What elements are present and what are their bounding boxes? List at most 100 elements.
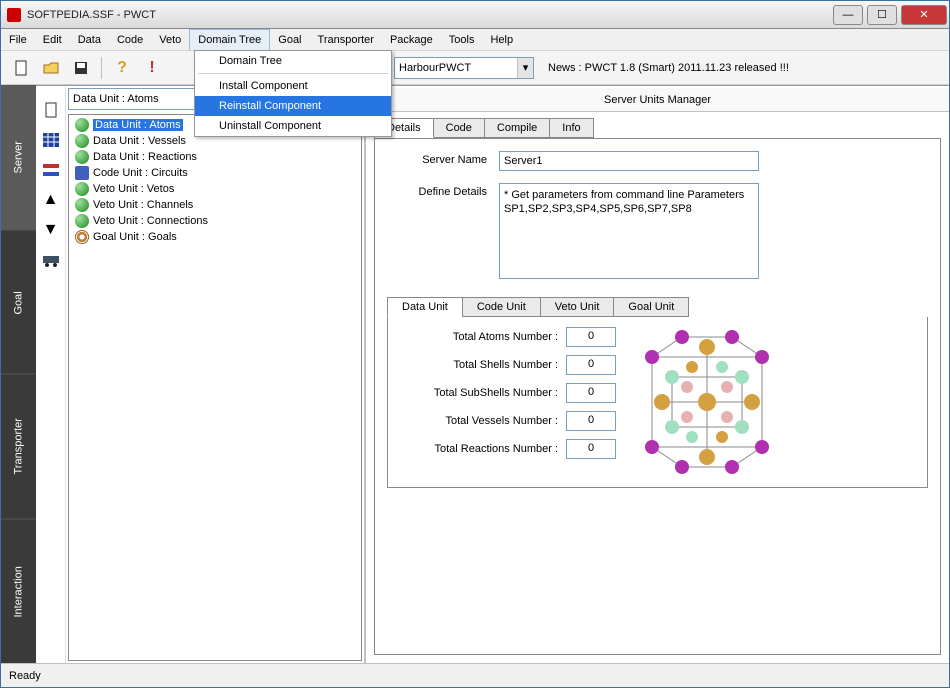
globe-icon bbox=[75, 214, 89, 228]
titlebar: SOFTPEDIA.SSF - PWCT — ☐ ✕ bbox=[1, 1, 949, 29]
toolbar-separator bbox=[101, 57, 102, 79]
dropdown-domain-tree[interactable]: Domain Tree bbox=[195, 51, 391, 71]
vtab-server[interactable]: Server bbox=[1, 85, 36, 230]
server-name-label: Server Name bbox=[387, 151, 487, 166]
tree-node-label: Data Unit : Atoms bbox=[93, 119, 183, 131]
menu-code[interactable]: Code bbox=[109, 29, 151, 50]
data-unit-select-value: Data Unit : Atoms bbox=[73, 93, 159, 105]
number-value[interactable]: 0 bbox=[566, 355, 616, 375]
number-value[interactable]: 0 bbox=[566, 383, 616, 403]
tree-node[interactable]: Veto Unit : Vetos bbox=[71, 181, 359, 197]
tree-node-label: Veto Unit : Channels bbox=[93, 199, 193, 211]
number-label: Total Atoms Number : bbox=[398, 331, 558, 343]
tab-compile[interactable]: Compile bbox=[484, 118, 550, 138]
tree-node[interactable]: Veto Unit : Channels bbox=[71, 197, 359, 213]
tab-code[interactable]: Code bbox=[433, 118, 485, 138]
number-label: Total Shells Number : bbox=[398, 359, 558, 371]
new-file-button[interactable] bbox=[7, 55, 35, 81]
globe-icon bbox=[75, 198, 89, 212]
menu-package[interactable]: Package bbox=[382, 29, 441, 50]
globe-icon bbox=[75, 182, 89, 196]
tree-node-label: Code Unit : Circuits bbox=[93, 167, 188, 179]
menubar: FileEditDataCodeVetoDomain TreeGoalTrans… bbox=[1, 29, 949, 51]
dropdown-install-component[interactable]: Install Component bbox=[195, 76, 391, 96]
new-doc-icon[interactable] bbox=[40, 100, 62, 120]
left-pane: ▲ ▼ Data Unit : Atoms ▾ Data Unit : Atom… bbox=[36, 86, 366, 663]
status-text: Ready bbox=[9, 670, 41, 682]
subtab-code-unit[interactable]: Code Unit bbox=[462, 297, 541, 317]
globe-icon bbox=[75, 134, 89, 148]
number-value[interactable]: 0 bbox=[566, 439, 616, 459]
details-tab-body: Server Name Define Details * Get paramet… bbox=[374, 138, 941, 655]
arrow-up-icon[interactable]: ▲ bbox=[40, 190, 62, 210]
menu-goal[interactable]: Goal bbox=[270, 29, 309, 50]
subtab-goal-unit[interactable]: Goal Unit bbox=[613, 297, 689, 317]
ring-icon bbox=[75, 230, 89, 244]
app-window: SOFTPEDIA.SSF - PWCT — ☐ ✕ FileEditDataC… bbox=[0, 0, 950, 688]
menu-file[interactable]: File bbox=[1, 29, 35, 50]
number-value[interactable]: 0 bbox=[566, 411, 616, 431]
news-ticker: News : PWCT 1.8 (Smart) 2011.11.23 relea… bbox=[548, 62, 789, 74]
vtab-transporter[interactable]: Transporter bbox=[1, 374, 36, 519]
toolbar: ? ! HarbourPWCT ▾ News : PWCT 1.8 (Smart… bbox=[1, 51, 949, 85]
unit-tree[interactable]: Data Unit : Atoms Data Unit : Vessels Data… bbox=[68, 114, 362, 661]
help-button[interactable]: ? bbox=[108, 55, 136, 81]
vtab-goal[interactable]: Goal bbox=[1, 230, 36, 375]
tree-node-label: Data Unit : Vessels bbox=[93, 135, 186, 147]
tree-node-label: Goal Unit : Goals bbox=[93, 231, 177, 243]
tree-node-label: Data Unit : Reactions bbox=[93, 151, 197, 163]
menu-help[interactable]: Help bbox=[482, 29, 521, 50]
close-button[interactable]: ✕ bbox=[901, 5, 947, 25]
statusbar: Ready bbox=[1, 663, 949, 687]
save-button[interactable] bbox=[67, 55, 95, 81]
framework-combo[interactable]: HarbourPWCT ▾ bbox=[394, 57, 534, 79]
menu-tools[interactable]: Tools bbox=[441, 29, 483, 50]
number-label: Total Reactions Number : bbox=[398, 443, 558, 455]
side-toolbar: ▲ ▼ bbox=[36, 86, 66, 663]
vehicle-icon[interactable] bbox=[40, 250, 62, 270]
pane-title: Server Units Manager bbox=[366, 88, 949, 112]
domain-tree-dropdown: Domain Tree Install ComponentReinstall Co… bbox=[194, 50, 392, 137]
tree-node[interactable]: Goal Unit : Goals bbox=[71, 229, 359, 245]
maximize-button[interactable]: ☐ bbox=[867, 5, 897, 25]
dropdown-reinstall-component[interactable]: Reinstall Component bbox=[195, 96, 391, 116]
main-tabs: DetailsCodeCompileInfo bbox=[374, 118, 941, 138]
globe-icon bbox=[75, 118, 89, 132]
alert-button[interactable]: ! bbox=[138, 55, 166, 81]
molecule-image bbox=[632, 327, 782, 477]
dropdown-uninstall-component[interactable]: Uninstall Component bbox=[195, 116, 391, 136]
number-row: Total Vessels Number : 0 bbox=[398, 411, 616, 431]
sub-tabs: Data UnitCode UnitVeto UnitGoal Unit bbox=[387, 297, 928, 317]
number-label: Total SubShells Number : bbox=[398, 387, 558, 399]
subtab-data-unit[interactable]: Data Unit bbox=[387, 297, 463, 317]
tab-info[interactable]: Info bbox=[549, 118, 593, 138]
flag-icon[interactable] bbox=[40, 160, 62, 180]
framework-combo-value: HarbourPWCT bbox=[399, 62, 471, 74]
number-row: Total Atoms Number : 0 bbox=[398, 327, 616, 347]
menu-veto[interactable]: Veto bbox=[151, 29, 189, 50]
menu-transporter[interactable]: Transporter bbox=[310, 29, 382, 50]
tree-node[interactable]: Veto Unit : Connections bbox=[71, 213, 359, 229]
tree-node[interactable]: Code Unit : Circuits bbox=[71, 165, 359, 181]
number-row: Total Reactions Number : 0 bbox=[398, 439, 616, 459]
globe-icon bbox=[75, 150, 89, 164]
define-details-label: Define Details bbox=[387, 183, 487, 198]
number-value[interactable]: 0 bbox=[566, 327, 616, 347]
tree-node-label: Veto Unit : Connections bbox=[93, 215, 208, 227]
chevron-down-icon: ▾ bbox=[517, 58, 533, 78]
grid-icon[interactable] bbox=[40, 130, 62, 150]
app-icon bbox=[7, 8, 21, 22]
open-file-button[interactable] bbox=[37, 55, 65, 81]
menu-domain-tree[interactable]: Domain Tree bbox=[189, 29, 270, 50]
tree-node[interactable]: Data Unit : Reactions bbox=[71, 149, 359, 165]
menu-edit[interactable]: Edit bbox=[35, 29, 70, 50]
server-name-input[interactable] bbox=[499, 151, 759, 171]
subtab-veto-unit[interactable]: Veto Unit bbox=[540, 297, 615, 317]
minimize-button[interactable]: — bbox=[833, 5, 863, 25]
vtab-interaction[interactable]: Interaction bbox=[1, 519, 36, 664]
right-pane: Server Units Manager DetailsCodeCompileI… bbox=[366, 86, 949, 663]
menu-data[interactable]: Data bbox=[70, 29, 109, 50]
arrow-down-icon[interactable]: ▼ bbox=[40, 220, 62, 240]
define-details-textarea[interactable]: * Get parameters from command line Param… bbox=[499, 183, 759, 279]
number-label: Total Vessels Number : bbox=[398, 415, 558, 427]
